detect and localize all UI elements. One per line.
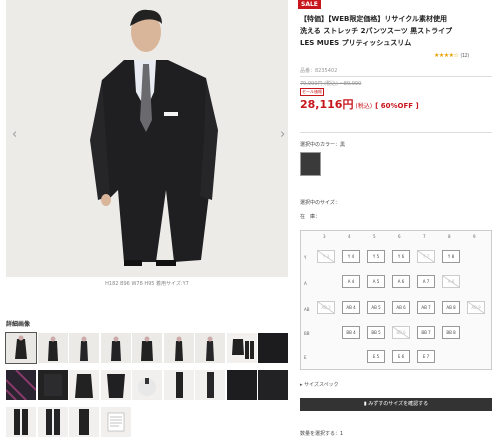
product-page: ‹ › H182 B96 W78 H95 着用サイズ:Y7 詳細画像 SALE …	[0, 0, 500, 443]
size-option[interactable]: A 6	[392, 275, 410, 288]
current-price: 28,116円 (税込)[ 60%OFF ]	[300, 96, 419, 112]
color-swatch-black[interactable]	[300, 152, 321, 176]
size-option[interactable]: Y 5	[367, 250, 385, 263]
size-option[interactable]: E 5	[367, 350, 385, 363]
thumbnail-pants-5[interactable]	[69, 407, 99, 437]
size-option[interactable]: BB 6	[392, 326, 410, 339]
size-row-header: AB	[304, 307, 310, 312]
size-option[interactable]: AB 7	[417, 301, 435, 314]
size-row-header: A	[304, 281, 307, 286]
thumbnail-fabric-1[interactable]	[258, 333, 288, 363]
review-count[interactable]: (12)	[460, 53, 469, 59]
thumbnail-model-1[interactable]	[37, 333, 68, 363]
thumbnail-model-6[interactable]	[195, 333, 225, 363]
size-column-header: 4	[348, 234, 351, 239]
thumbnail-pants-4[interactable]	[37, 407, 68, 437]
size-check-label: みずすのサイズを確認する	[368, 401, 429, 407]
thumbnail-lining[interactable]	[6, 370, 36, 400]
stock-label: 在 庫：	[300, 214, 321, 220]
size-column-header: 7	[423, 234, 426, 239]
size-option[interactable]: AB 8	[442, 301, 460, 314]
size-option[interactable]: Y 4	[342, 250, 360, 263]
size-option[interactable]: Y 3	[317, 250, 335, 263]
size-column-header: 8	[448, 234, 451, 239]
size-check-button[interactable]: ▮ みずすのサイズを確認する	[300, 398, 492, 411]
sale-badge: SALE	[298, 0, 321, 9]
image-caption: H182 B96 W78 H95 着用サイズ:Y7	[105, 281, 189, 287]
product-title: 【特価】【WEB限定価格】リサイクル素材使用 洗える ストレッチ 2パンツスーツ…	[300, 13, 492, 49]
divider	[300, 76, 492, 77]
selected-color-label: 選択中のカラー：黒	[300, 142, 346, 148]
size-option[interactable]: E 7	[417, 350, 435, 363]
size-column-header: 6	[398, 234, 401, 239]
thumbnail-fabric-2[interactable]	[226, 370, 257, 400]
size-option[interactable]: Y 8	[442, 250, 460, 263]
size-option[interactable]: AB 4	[342, 301, 360, 314]
size-option[interactable]: BB 7	[417, 326, 435, 339]
size-selection-grid: 3 4 5 6 7 8 9 Y A AB BB E Y 3 Y 4 Y 5 Y …	[300, 230, 492, 370]
title-line-2: 洗える ストレッチ 2パンツスーツ 黒ストライプ	[300, 27, 453, 35]
size-row-header: BB	[304, 331, 310, 336]
size-option[interactable]: BB 4	[342, 326, 360, 339]
thumbnail-model-4[interactable]	[132, 333, 162, 363]
selected-size-label: 選択中のサイズ：	[300, 200, 340, 206]
size-column-header: 3	[323, 234, 326, 239]
size-option[interactable]: A 8	[442, 275, 460, 288]
size-column-header: 9	[473, 234, 476, 239]
size-option[interactable]: A 4	[342, 275, 360, 288]
size-option[interactable]: E 6	[392, 350, 410, 363]
size-option[interactable]: BB 5	[367, 326, 385, 339]
prev-image-arrow-icon[interactable]: ‹	[12, 128, 17, 141]
thumbnail-detail-4[interactable]	[100, 370, 131, 400]
thumbnail-label[interactable]	[132, 370, 162, 400]
size-option[interactable]: A 5	[367, 275, 385, 288]
next-image-arrow-icon[interactable]: ›	[280, 128, 285, 141]
size-option[interactable]: AB 5	[367, 301, 385, 314]
divider	[300, 132, 492, 133]
sale-price-tag: セール価格	[300, 88, 324, 96]
thumbnail-model-2[interactable]	[69, 333, 99, 363]
thumbnail-detail-2[interactable]	[37, 370, 68, 400]
size-option[interactable]: A 7	[417, 275, 435, 288]
original-price: 79,990円 (税込) ~89,990	[300, 81, 362, 87]
thumbnail-suit-set[interactable]	[226, 333, 257, 363]
thumbnail-front-view[interactable]	[5, 332, 37, 364]
thumbnail-fabric-3[interactable]	[258, 370, 288, 400]
size-option[interactable]: BB 8	[442, 326, 460, 339]
tax-note: (税込)	[355, 103, 373, 110]
size-option[interactable]: Y 6	[392, 250, 410, 263]
rating-stars[interactable]: ★★★★☆ (12)	[434, 52, 469, 59]
price-value: 28,116円	[300, 98, 354, 111]
detail-thumbnail-grid	[5, 332, 288, 437]
size-spec-label: サイズスペック	[304, 382, 339, 388]
thumbnail-pants-3[interactable]	[6, 407, 36, 437]
size-option[interactable]: Y 7	[417, 250, 435, 263]
size-row-header: Y	[304, 255, 307, 260]
thumbnail-care-tag[interactable]	[100, 407, 131, 437]
size-option[interactable]: AB 3	[317, 301, 335, 314]
thumbnail-pants-1[interactable]	[163, 370, 194, 400]
main-product-image[interactable]: ‹ ›	[6, 0, 288, 277]
star-rating-icon: ★★★★☆	[434, 52, 459, 59]
size-spec-link[interactable]: ▸ サイズスペック	[300, 381, 339, 388]
title-line-3: LES MUES プリティッシュスリム	[300, 39, 412, 47]
size-column-header: 5	[373, 234, 376, 239]
thumbnail-model-5[interactable]	[163, 333, 194, 363]
thumbnail-pants-2[interactable]	[195, 370, 225, 400]
thumbnail-model-3[interactable]	[100, 333, 131, 363]
thumbnail-detail-3[interactable]	[69, 370, 99, 400]
product-id: 品番：8235402	[300, 68, 338, 74]
size-option[interactable]: AB 9	[467, 301, 485, 314]
detail-images-title: 詳細画像	[6, 321, 31, 328]
size-row-header: E	[304, 355, 307, 360]
size-option[interactable]: AB 6	[392, 301, 410, 314]
title-line-1: 【特価】【WEB限定価格】リサイクル素材使用	[300, 15, 447, 23]
quantity-label: 数量を選択する：1	[300, 431, 344, 437]
discount-rate: [ 60%OFF ]	[375, 102, 419, 110]
